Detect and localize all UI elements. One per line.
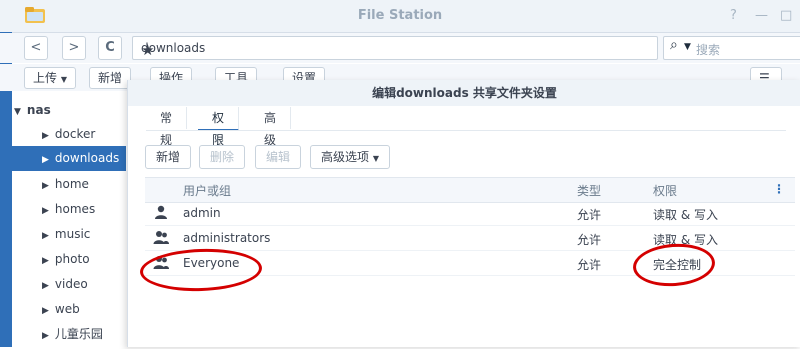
forward-button[interactable]: > [62, 36, 86, 60]
caret-right-icon: ▶ [42, 331, 49, 341]
dialog-title: 编辑downloads 共享文件夹设置 [128, 80, 800, 106]
back-button[interactable]: < [24, 36, 48, 60]
upload-label: 上传 [33, 71, 58, 85]
help-button[interactable]: ? [730, 8, 737, 23]
address-bar: < > C downloads ★ ⌕ ▼ 搜索 [0, 33, 800, 63]
tree-item-label: 儿童乐园 [54, 327, 103, 341]
search-input[interactable]: ⌕ ▼ 搜索 [663, 36, 800, 60]
path-input[interactable]: downloads ★ [132, 36, 658, 60]
tree-root-nas[interactable]: ▼ nas [14, 98, 51, 123]
edit-button[interactable]: 编辑 [255, 145, 302, 169]
maximize-button[interactable]: □ [780, 8, 792, 23]
upload-button[interactable]: 上传 ▼ [24, 67, 76, 89]
tree-item-label: downloads [54, 151, 120, 165]
chevron-down-icon: ▼ [60, 75, 67, 84]
caret-right-icon: ▶ [42, 306, 49, 316]
title-bar: File Station ? — □ [0, 0, 800, 33]
tree-item-label: web [54, 302, 80, 316]
chevron-down-icon: ▼ [684, 42, 691, 52]
tab-general[interactable]: 常规 [146, 107, 188, 147]
tab-advanced-permissions[interactable]: 高级权限 [250, 107, 292, 191]
permission-type: 允许 [577, 258, 602, 272]
user-icon [155, 205, 167, 219]
user-name: administrators [183, 231, 271, 245]
tree-item-home[interactable]: ▶ home [42, 172, 89, 197]
tree-item-music[interactable]: ▶ music [42, 222, 90, 247]
tree-item-docker[interactable]: ▶ docker [42, 122, 95, 147]
column-header-permission[interactable]: 权限 [653, 182, 677, 199]
star-icon[interactable]: ★ [141, 41, 647, 59]
tree-item-label: home [54, 177, 89, 191]
caret-down-icon: ▼ [14, 107, 21, 117]
tree-root-label: nas [26, 103, 51, 117]
tree-item-label: homes [54, 202, 96, 216]
user-name: admin [183, 206, 221, 220]
tree-item-downloads[interactable]: ▶ downloads [42, 146, 119, 171]
advanced-options-button[interactable]: 高级选项 ▼ [310, 145, 390, 169]
tab-divider [146, 130, 786, 131]
refresh-button[interactable]: C [98, 36, 122, 60]
advanced-options-label: 高级选项 [321, 150, 370, 164]
tab-permissions[interactable]: 权限 [198, 107, 240, 147]
tree-item-video[interactable]: ▶ video [42, 272, 88, 297]
add-button[interactable]: 新增 [145, 145, 192, 169]
permission-type: 允许 [577, 233, 602, 247]
tree-item-label: docker [54, 127, 96, 141]
tree-item-homes[interactable]: ▶ homes [42, 197, 95, 222]
caret-right-icon: ▶ [42, 155, 49, 165]
column-menu-icon[interactable]: ⋮ [773, 182, 785, 196]
share-settings-dialog: 编辑downloads 共享文件夹设置 常规 权限 高级权限 新增 删除 编辑 … [127, 80, 800, 347]
caret-right-icon: ▶ [42, 281, 49, 291]
permission-type: 允许 [577, 208, 602, 222]
delete-button[interactable]: 删除 [199, 145, 246, 169]
search-icon: ⌕ [670, 37, 678, 53]
caret-right-icon: ▶ [42, 231, 49, 241]
column-header-type[interactable]: 类型 [577, 182, 601, 199]
column-header-user[interactable]: 用户或组 [183, 182, 231, 199]
table-row[interactable]: admin 允许 读取 & 写入 [145, 201, 795, 226]
permission-value: 读取 & 写入 [653, 208, 718, 222]
window-title: File Station [357, 8, 443, 23]
caret-right-icon: ▶ [42, 181, 49, 191]
tree-item-photo[interactable]: ▶ photo [42, 247, 90, 272]
minimize-button[interactable]: — [755, 8, 768, 23]
tree-item-web[interactable]: ▶ web [42, 297, 80, 322]
tree-item-label: video [54, 277, 88, 291]
search-placeholder: 搜索 [696, 43, 721, 57]
caret-right-icon: ▶ [42, 206, 49, 216]
chevron-down-icon: ▼ [372, 154, 379, 163]
table-header: 用户或组 类型 权限 ⋮ [145, 177, 795, 203]
tree-item-label: music [54, 227, 91, 241]
caret-right-icon: ▶ [42, 256, 49, 266]
tree-item-label: photo [54, 252, 90, 266]
new-button[interactable]: 新增 [89, 67, 132, 89]
group-icon [153, 231, 169, 244]
tree-item-kids[interactable]: ▶ 儿童乐园 [42, 322, 103, 347]
caret-right-icon: ▶ [42, 131, 49, 141]
